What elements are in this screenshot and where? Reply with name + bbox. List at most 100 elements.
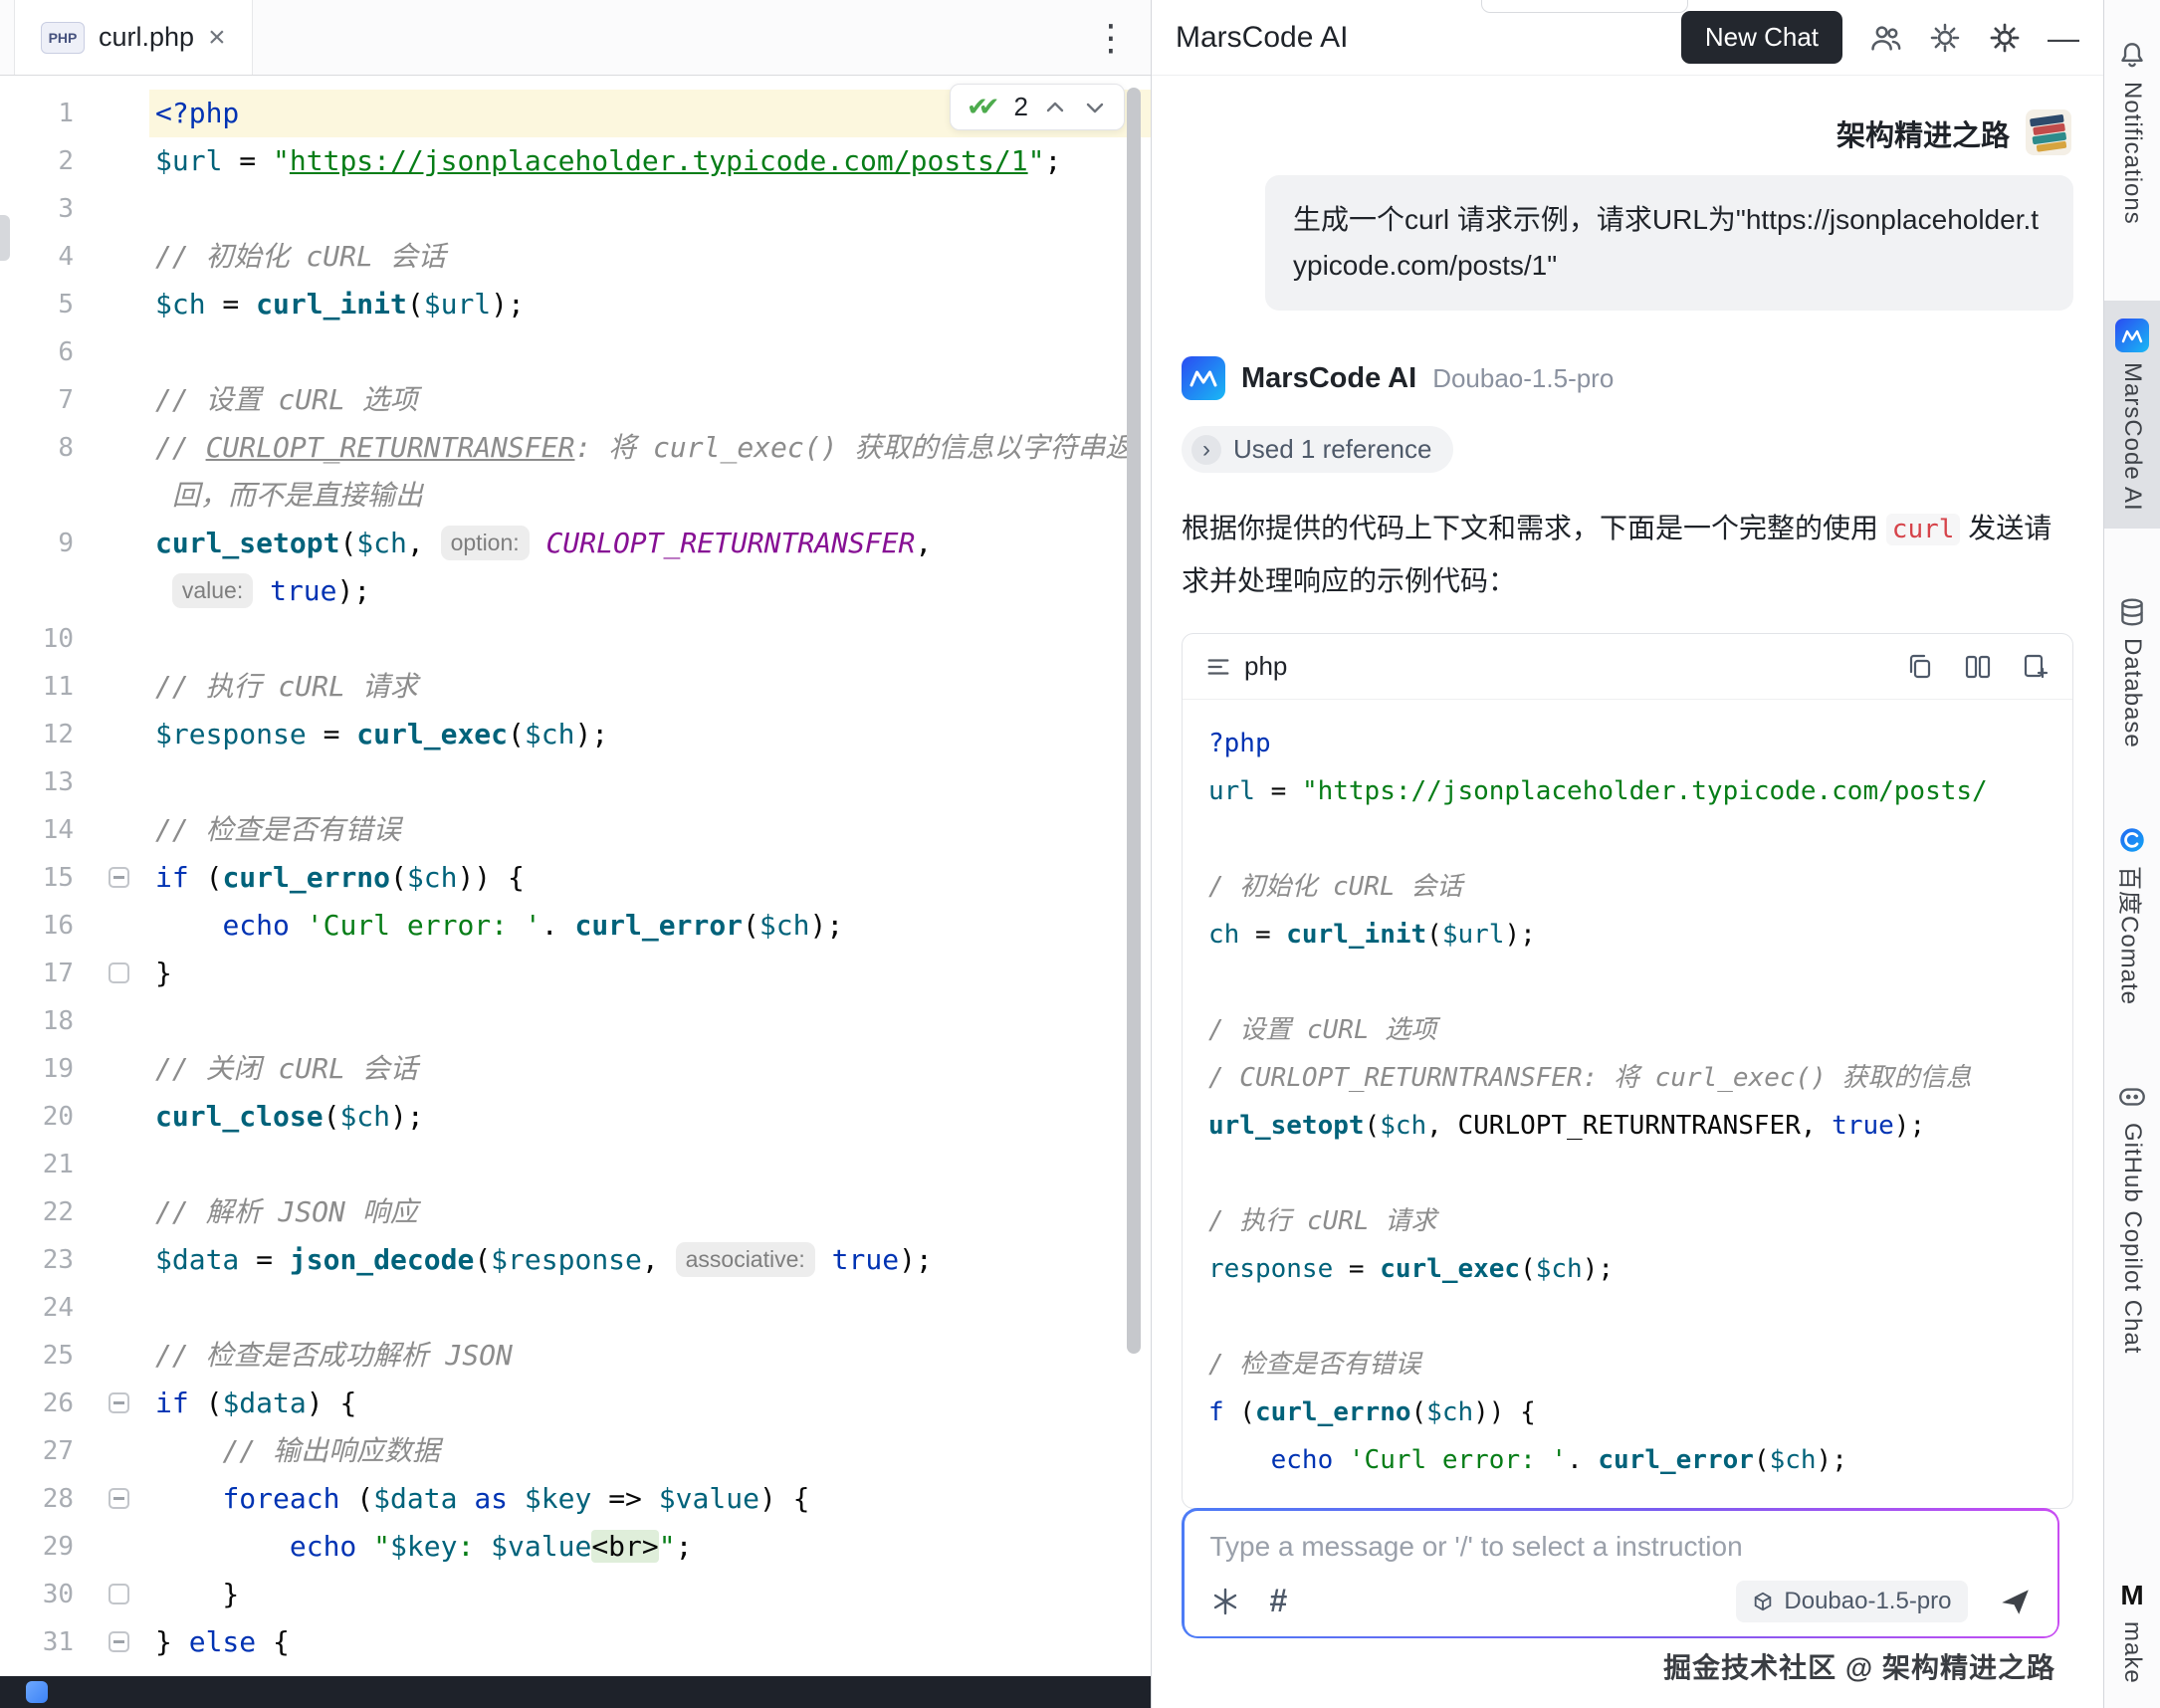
editor-line[interactable]: 5$ch = curl_init($url); — [0, 281, 1151, 328]
tool-window-gear-icon[interactable] — [1988, 21, 2022, 55]
editor-line[interactable]: 22// 解析 JSON 响应 — [0, 1188, 1151, 1236]
editor-line[interactable]: 21 — [0, 1141, 1151, 1188]
line-number: 14 — [0, 806, 149, 854]
code-line[interactable]: / 检查是否有错误 — [1208, 1341, 2072, 1388]
editor-line[interactable]: 13 — [0, 758, 1151, 806]
editor-line[interactable]: 15if (curl_errno($ch)) { — [0, 854, 1151, 902]
fold-icon[interactable] — [108, 867, 129, 888]
user-avatar — [2026, 109, 2073, 157]
sidebar-item-notifications[interactable]: Notifications — [2104, 30, 2160, 235]
sidebar-label: Database — [2118, 638, 2146, 748]
line-number: 8 — [0, 424, 149, 472]
fold-icon[interactable] — [108, 962, 129, 983]
editor-body: 1<?php2$url = "https://jsonplaceholder.t… — [0, 76, 1151, 1676]
editor-line[interactable]: 7// 设置 cURL 选项 — [0, 376, 1151, 424]
code-editor[interactable]: 1<?php2$url = "https://jsonplaceholder.t… — [0, 90, 1151, 1666]
editor-line[interactable]: 29 echo "$key: $value<br>"; — [0, 1523, 1151, 1571]
code-block-content[interactable]: ?phpurl = "https://jsonplaceholder.typic… — [1183, 700, 2072, 1508]
code-line[interactable]: ch = curl_init($url); — [1208, 911, 2072, 959]
code-line[interactable] — [1208, 959, 2072, 1006]
copy-icon[interactable] — [1905, 652, 1935, 682]
editor-line[interactable]: 16 echo 'Curl error: '. curl_error($ch); — [0, 902, 1151, 950]
editor-line[interactable]: 3 — [0, 185, 1151, 233]
code-line[interactable]: url = "https://jsonplaceholder.typicode.… — [1208, 767, 2072, 815]
code-line[interactable] — [1208, 815, 2072, 863]
editor-line[interactable]: 28 foreach ($data as $key => $value) { — [0, 1475, 1151, 1523]
line-number: 24 — [0, 1284, 149, 1332]
editor-line[interactable]: 14// 检查是否有错误 — [0, 806, 1151, 854]
line-number: 16 — [0, 902, 149, 950]
editor-line[interactable]: 12$response = curl_exec($ch); — [0, 711, 1151, 758]
context-hash-icon[interactable]: # — [1270, 1583, 1288, 1619]
code-line[interactable]: / 设置 cURL 选项 — [1208, 1006, 2072, 1054]
more-options-icon[interactable]: ⋮ — [1093, 17, 1129, 59]
editor-line[interactable]: 11// 执行 cURL 请求 — [0, 663, 1151, 711]
line-number: 10 — [0, 615, 149, 663]
fold-icon[interactable] — [108, 1488, 129, 1509]
editor-line[interactable]: 回，而不是直接输出 — [0, 472, 1151, 520]
code-line[interactable]: echo 'Curl error: '. curl_error($ch); — [1208, 1436, 2072, 1484]
editor-scrollbar[interactable] — [1127, 88, 1141, 1354]
sidebar-item-database[interactable]: Database — [2104, 586, 2160, 758]
sidebar-item-github-copilot-chat[interactable]: GitHub Copilot Chat — [2104, 1071, 2160, 1364]
share-users-icon[interactable] — [1868, 21, 1902, 55]
line-number: 1 — [0, 90, 149, 137]
diff-icon[interactable] — [1963, 652, 1993, 682]
fold-icon[interactable] — [108, 1584, 129, 1604]
minimize-panel-icon[interactable]: — — [2048, 22, 2079, 54]
line-number: 4 — [0, 233, 149, 281]
editor-line[interactable]: value: true); — [0, 567, 1151, 615]
insert-file-icon[interactable] — [2021, 652, 2051, 682]
editor-line[interactable]: 31} else { — [0, 1618, 1151, 1666]
editor-line[interactable]: 19// 关闭 cURL 会话 — [0, 1045, 1151, 1093]
editor-line[interactable]: 2$url = "https://jsonplaceholder.typicod… — [0, 137, 1151, 185]
editor-line[interactable]: 24 — [0, 1284, 1151, 1332]
editor-line[interactable]: 23$data = json_decode($response, associa… — [0, 1236, 1151, 1284]
code-line[interactable]: url_setopt($ch, CURLOPT_RETURNTRANSFER, … — [1208, 1102, 2072, 1150]
prev-problem-icon[interactable] — [1042, 95, 1068, 120]
code-line[interactable]: response = curl_exec($ch); — [1208, 1245, 2072, 1293]
dock-icon[interactable] — [26, 1681, 48, 1703]
editor-line[interactable]: 30 } — [0, 1571, 1151, 1618]
fold-icon[interactable] — [108, 1631, 129, 1652]
editor-line[interactable]: 27 // 输出响应数据 — [0, 1427, 1151, 1475]
editor-line[interactable]: 17} — [0, 950, 1151, 997]
editor-line[interactable]: 6 — [0, 328, 1151, 376]
sidebar-item-make[interactable]: M make — [2104, 1570, 2160, 1694]
skills-spark-icon[interactable] — [1210, 1587, 1240, 1616]
editor-line[interactable]: 25// 检查是否成功解析 JSON — [0, 1332, 1151, 1380]
editor-line[interactable]: 9curl_setopt($ch, option: CURLOPT_RETURN… — [0, 520, 1151, 567]
code-line[interactable] — [1208, 1293, 2072, 1341]
editor-line[interactable]: 4// 初始化 cURL 会话 — [0, 233, 1151, 281]
model-selector-chip[interactable]: Doubao-1.5-pro — [1736, 1581, 1967, 1622]
ai-message-header: MarsCode AI Doubao-1.5-pro — [1182, 356, 2073, 400]
editor-line[interactable]: 20curl_close($ch); — [0, 1093, 1151, 1141]
send-icon[interactable] — [1998, 1585, 2032, 1618]
code-line[interactable]: / CURLOPT_RETURNTRANSFER: 将 curl_exec() … — [1208, 1054, 2072, 1102]
chevron-right-icon: › — [1191, 435, 1221, 465]
chat-message-input[interactable] — [1210, 1531, 2032, 1563]
code-line[interactable] — [1208, 1150, 2072, 1197]
tab-curl-php[interactable]: PHP curl.php × — [14, 0, 253, 75]
code-line[interactable]: ?php — [1208, 720, 2072, 767]
close-tab-icon[interactable]: × — [208, 23, 226, 53]
next-problem-icon[interactable] — [1082, 95, 1108, 120]
sidebar-item-baidu-comate[interactable]: 百度Comate — [2104, 814, 2160, 1015]
editor-line[interactable]: 8// CURLOPT_RETURNTRANSFER: 将 curl_exec(… — [0, 424, 1151, 472]
used-reference-toggle[interactable]: › Used 1 reference — [1182, 426, 1453, 473]
code-line[interactable]: f (curl_errno($ch)) { — [1208, 1388, 2072, 1436]
code-line[interactable]: / 执行 cURL 请求 — [1208, 1197, 2072, 1245]
editor-line[interactable]: 26if ($data) { — [0, 1380, 1151, 1427]
inspection-widget[interactable]: ✔✔ 2 — [950, 84, 1125, 130]
editor-line[interactable]: 18 — [0, 997, 1151, 1045]
user-message-header: 架构精进之路 — [1182, 109, 2073, 157]
make-logo-icon: M — [2120, 1580, 2143, 1611]
fold-icon[interactable] — [108, 1392, 129, 1413]
new-chat-button[interactable]: New Chat — [1681, 11, 1842, 64]
code-line[interactable]: / 初始化 cURL 会话 — [1208, 863, 2072, 911]
editor-line[interactable]: 10 — [0, 615, 1151, 663]
line-number: 2 — [0, 137, 149, 185]
sidebar-item-marscode-ai[interactable]: MarsCode AI — [2104, 301, 2160, 530]
bottom-bar — [0, 1676, 1151, 1708]
chat-settings-gear-icon[interactable] — [1928, 21, 1962, 55]
